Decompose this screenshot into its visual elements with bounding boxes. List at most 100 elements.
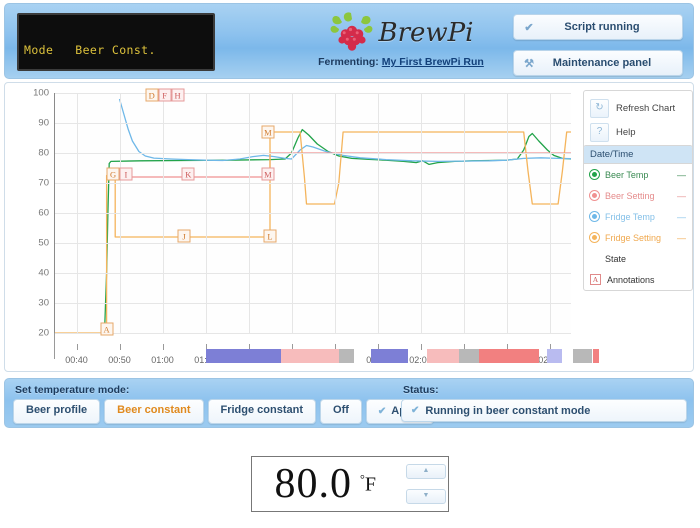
status-text: Running in beer constant mode — [425, 404, 591, 417]
state-bar-segment — [371, 349, 408, 363]
grid-line-vertical — [291, 93, 293, 333]
state-bar-segment — [459, 349, 479, 363]
grid-line-vertical — [377, 93, 379, 333]
grid-line-vertical — [76, 93, 78, 333]
script-running-label: Script running — [564, 21, 640, 33]
mode-button-beer-profile[interactable]: Beer profile — [13, 399, 101, 424]
mode-button-group: Beer profile Beer constant Fridge constant… — [13, 399, 434, 424]
brewpi-app: Mode Beer Const. Beer 78.4 80.0 °F Fridg… — [0, 0, 700, 528]
refresh-chart-button[interactable]: ↻ Refresh Chart — [584, 96, 692, 120]
refresh-icon: ↻ — [590, 98, 609, 118]
state-bar-segment — [321, 349, 339, 363]
legend-item-fridge-temp[interactable]: Fridge Temp — — [584, 206, 692, 227]
unit-letter: F — [364, 473, 376, 496]
legend-label: Beer Temp — [605, 169, 649, 180]
state-bar-segment — [547, 349, 563, 363]
annotation-marker-M[interactable]: M — [261, 167, 275, 181]
script-running-button[interactable]: ✔ Script running — [513, 14, 683, 40]
state-bar-segment — [338, 349, 354, 363]
legend-item-beer-setting[interactable]: Beer Setting — — [584, 185, 692, 206]
check-icon: ✔ — [524, 21, 534, 34]
grid-line-horizontal — [55, 273, 571, 274]
annotation-marker-H[interactable]: H — [171, 88, 185, 101]
legend-annotations-label: Annotations — [607, 274, 655, 285]
temperature-value[interactable]: 80.0 — [252, 462, 358, 506]
annotation-marker-G[interactable]: G — [106, 167, 120, 181]
y-axis-tick-label: 50 — [38, 237, 49, 249]
help-icon: ? — [590, 122, 609, 142]
y-axis-tick-label: 30 — [38, 297, 49, 309]
header-panel: Mode Beer Const. Beer 78.4 80.0 °F Fridg… — [4, 3, 694, 174]
state-swatch — [590, 254, 599, 263]
temperature-spinner[interactable]: 80.0 °F ▲ ▼ — [251, 456, 449, 512]
annotation-marker-J[interactable]: J — [177, 229, 191, 242]
legend-dash: — — [677, 190, 686, 201]
y-axis-line — [54, 93, 55, 333]
legend-label: Fridge Temp — [605, 211, 655, 222]
grid-line-horizontal — [55, 93, 571, 94]
status-check-icon: ✔ — [411, 405, 420, 416]
legend-item-fridge-setting[interactable]: Fridge Setting — — [584, 227, 692, 248]
legend-item-state[interactable]: State — [584, 248, 692, 269]
y-axis-tick-label: 60 — [38, 207, 49, 219]
chart-toolbox: ↻ Refresh Chart ? Help — [583, 90, 693, 150]
control-panel: Set temperature mode: Status: Beer profi… — [4, 378, 694, 428]
mode-button-off[interactable]: Off — [320, 399, 362, 424]
chart-panel: 203040506070809010000:4000:5001:0001:100… — [4, 82, 694, 372]
set-temperature-mode-label: Set temperature mode: — [15, 384, 130, 396]
annotation-icon: A — [590, 274, 601, 285]
legend-dash: — — [677, 169, 686, 180]
status-label: Status: — [403, 384, 439, 396]
raspberry-logo-icon — [329, 12, 375, 54]
annotation-marker-I[interactable]: I — [119, 167, 133, 181]
y-axis-tick-label: 70 — [38, 177, 49, 189]
chart-legend: Date/Time Beer Temp — Beer Setting — Fridge … — [583, 145, 693, 291]
fermenting-line: Fermenting: My First BrewPi Run — [301, 56, 501, 68]
spinner-down-button[interactable]: ▼ — [406, 489, 446, 504]
annotation-marker-L[interactable]: L — [263, 229, 277, 242]
state-bar-segment — [280, 349, 322, 363]
brand-name: BrewPi — [378, 18, 474, 48]
grid-line-horizontal — [55, 213, 571, 214]
header-buttons: ✔ Script running ⚒ Maintenance panel — [513, 14, 683, 86]
y-axis-tick-label: 100 — [33, 87, 49, 99]
annotation-marker-K[interactable]: K — [181, 167, 195, 181]
fermenting-label: Fermenting: — [318, 56, 379, 68]
mode-button-beer-constant[interactable]: Beer constant — [104, 399, 204, 424]
spinner-up-button[interactable]: ▲ — [406, 464, 446, 479]
grid-line-vertical — [334, 93, 336, 333]
mode-button-fridge-constant[interactable]: Fridge constant — [207, 399, 317, 424]
annotation-marker-M[interactable]: M — [261, 125, 275, 139]
series-swatch — [590, 191, 599, 200]
refresh-chart-label: Refresh Chart — [616, 102, 676, 114]
annotation-marker-F[interactable]: F — [158, 88, 172, 101]
apply-check-icon: ✔ — [377, 406, 387, 417]
grid-line-horizontal — [55, 333, 571, 334]
grid-line-vertical — [119, 93, 121, 333]
maintenance-panel-label: Maintenance panel — [552, 57, 652, 69]
legend-item-annotations[interactable]: A Annotations — [584, 269, 692, 290]
grid-line-vertical — [506, 93, 508, 333]
grid-line-horizontal — [55, 303, 571, 304]
lcd-line-mode: Mode Beer Const. — [24, 43, 156, 57]
grid-line-vertical — [248, 93, 250, 333]
grid-line-horizontal — [55, 243, 571, 244]
grid-line-vertical — [420, 93, 422, 333]
fermenting-run-link[interactable]: My First BrewPi Run — [382, 56, 484, 68]
grid-line-vertical — [463, 93, 465, 333]
legend-item-beer-temp[interactable]: Beer Temp — — [584, 164, 692, 185]
state-bar-segment — [205, 349, 245, 363]
help-button[interactable]: ? Help — [584, 120, 692, 144]
chart-plot-area[interactable]: 203040506070809010000:4000:5001:0001:100… — [33, 88, 571, 365]
grid-line-vertical — [549, 93, 551, 333]
annotation-marker-D[interactable]: D — [145, 88, 159, 101]
legend-state-label: State — [605, 253, 627, 264]
legend-title: Date/Time — [584, 146, 692, 164]
grid-line-vertical — [205, 93, 207, 333]
legend-label: Fridge Setting — [605, 232, 662, 243]
state-bar-segment — [592, 349, 599, 363]
wrench-icon: ⚒ — [524, 57, 534, 70]
legend-series-list: Beer Temp — Beer Setting — Fridge Temp — Fridg… — [584, 164, 692, 248]
maintenance-panel-button[interactable]: ⚒ Maintenance panel — [513, 50, 683, 76]
annotation-marker-A[interactable]: A — [100, 322, 114, 335]
